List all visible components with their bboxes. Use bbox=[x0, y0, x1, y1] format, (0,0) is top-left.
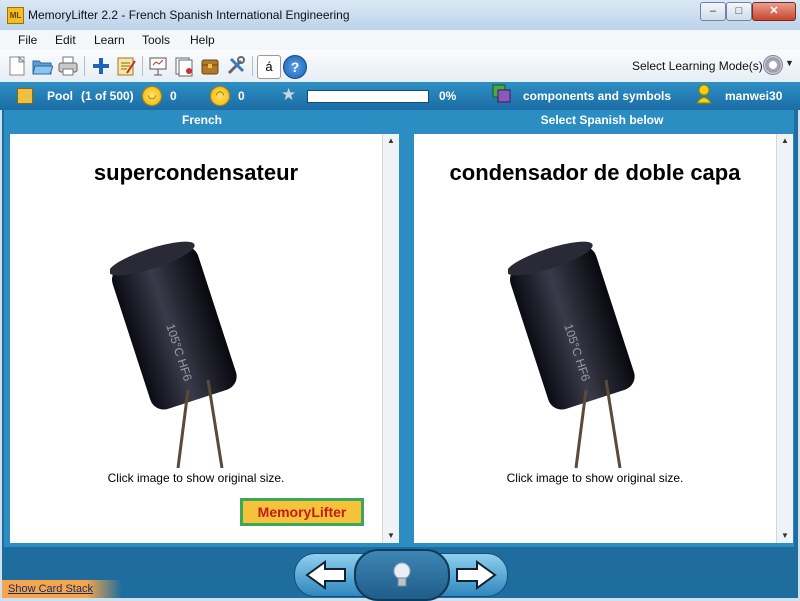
close-button[interactable]: ✕ bbox=[752, 2, 796, 21]
user-icon bbox=[696, 84, 712, 104]
category-label[interactable]: components and symbols bbox=[523, 89, 671, 103]
menu-learn[interactable]: Learn bbox=[88, 32, 131, 48]
question-image-hint: Click image to show original size. bbox=[107, 471, 285, 485]
sad-face-icon: ◠ bbox=[210, 86, 230, 106]
new-file-icon[interactable] bbox=[6, 55, 28, 77]
menu-help[interactable]: Help bbox=[184, 32, 221, 48]
question-word: supercondensateur bbox=[93, 160, 299, 185]
minimize-button[interactable]: – bbox=[700, 2, 726, 21]
capacitor-image[interactable]: 105°C HF6 bbox=[506, 240, 658, 470]
hint-button[interactable] bbox=[354, 549, 450, 601]
add-icon[interactable] bbox=[90, 55, 112, 77]
toolbar-separator bbox=[84, 56, 85, 76]
edit-notepad-icon[interactable] bbox=[115, 55, 137, 77]
card-stack-icon[interactable] bbox=[173, 55, 195, 77]
answer-scrollbar[interactable]: ▲ ▼ bbox=[776, 134, 793, 543]
answer-word: condensador de doble capa bbox=[449, 160, 741, 185]
maximize-button[interactable]: □ bbox=[726, 2, 752, 21]
scroll-up-icon[interactable]: ▲ bbox=[777, 134, 793, 148]
question-scrollbar[interactable]: ▲ ▼ bbox=[382, 134, 399, 543]
lightbulb-icon bbox=[393, 562, 411, 587]
menu-file[interactable]: File bbox=[12, 32, 43, 48]
star-icon: ★ bbox=[281, 85, 297, 104]
print-icon[interactable] bbox=[57, 55, 79, 77]
scroll-down-icon[interactable]: ▼ bbox=[383, 529, 399, 543]
accent-character-icon[interactable]: á bbox=[257, 55, 281, 79]
wrong-count: 0 bbox=[238, 89, 245, 103]
window-title: MemoryLifter 2.2 - French Spanish Intern… bbox=[28, 8, 350, 22]
answer-header: Select Spanish below bbox=[540, 113, 664, 127]
category-icon bbox=[492, 84, 512, 104]
app-icon: ML bbox=[7, 7, 24, 24]
chest-icon[interactable] bbox=[199, 55, 221, 77]
menu-tools[interactable]: Tools bbox=[136, 32, 176, 48]
chevron-down-icon[interactable]: ▼ bbox=[785, 58, 794, 68]
show-card-stack-link[interactable]: Show Card Stack bbox=[8, 583, 93, 595]
presentation-icon[interactable] bbox=[147, 55, 169, 77]
pool-count: (1 of 500) bbox=[81, 89, 134, 103]
menu-edit[interactable]: Edit bbox=[49, 32, 82, 48]
pool-label: Pool bbox=[47, 89, 73, 103]
correct-count: 0 bbox=[170, 89, 177, 103]
scroll-up-icon[interactable]: ▲ bbox=[383, 134, 399, 148]
memorylifter-logo: MemoryLifter bbox=[240, 498, 364, 526]
progress-text: 0% bbox=[439, 89, 457, 103]
show-card-stack[interactable]: Show Card Stack bbox=[2, 580, 122, 598]
toolbar-separator bbox=[252, 56, 253, 76]
capacitor-image[interactable]: 105°C HF6 bbox=[108, 240, 260, 470]
learning-mode-label[interactable]: Select Learning Mode(s) bbox=[632, 59, 763, 73]
answer-image-hint: Click image to show original size. bbox=[506, 471, 684, 485]
user-name[interactable]: manwei30 bbox=[725, 89, 782, 103]
pool-box-icon bbox=[17, 88, 33, 104]
gear-icon[interactable] bbox=[763, 55, 783, 75]
progress-bar bbox=[307, 90, 429, 103]
scroll-down-icon[interactable]: ▼ bbox=[777, 529, 793, 543]
open-folder-icon[interactable] bbox=[31, 55, 54, 77]
tools-icon[interactable] bbox=[225, 55, 247, 77]
help-icon[interactable]: ? bbox=[283, 55, 307, 79]
toolbar-separator bbox=[142, 56, 143, 76]
question-header: French bbox=[181, 113, 222, 127]
happy-face-icon: ◡ bbox=[142, 86, 162, 106]
